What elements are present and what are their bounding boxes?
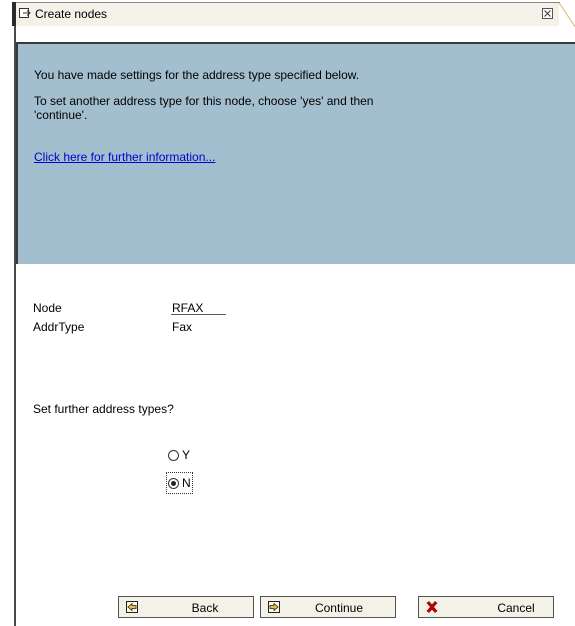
- field-divider: [171, 314, 226, 315]
- continue-button[interactable]: Continue: [260, 596, 396, 618]
- window-title-tab: Create nodes: [12, 2, 575, 27]
- continue-button-label: Continue: [314, 601, 364, 615]
- addrtype-label: AddrType: [33, 320, 85, 334]
- title-accent-strip: [12, 2, 16, 26]
- radio-button-n[interactable]: [168, 477, 179, 489]
- close-button[interactable]: [542, 8, 553, 19]
- info-text-line-2: To set another address type for this nod…: [34, 94, 374, 108]
- back-button-label: Back: [191, 601, 219, 615]
- radio-button-y[interactable]: [168, 449, 179, 461]
- node-value: RFAX: [172, 301, 204, 315]
- info-text-line-1: You have made settings for the address t…: [34, 68, 360, 82]
- title-bar: Create nodes: [0, 0, 575, 27]
- radio-option-y[interactable]: Y: [168, 446, 190, 464]
- info-panel: You have made settings for the address t…: [16, 42, 575, 264]
- radio-label-n: N: [182, 476, 191, 490]
- radio-option-n[interactable]: N: [166, 472, 193, 494]
- window-title: Create nodes: [35, 7, 108, 21]
- addrtype-value: Fax: [172, 320, 193, 334]
- dialog-window-icon: [19, 8, 31, 18]
- node-label: Node: [33, 301, 62, 315]
- back-button[interactable]: Back: [118, 596, 254, 618]
- close-icon: [544, 10, 551, 17]
- further-address-types-question: Set further address types?: [33, 402, 174, 416]
- cancel-button-label: Cancel: [497, 601, 535, 615]
- cancel-button[interactable]: Cancel: [418, 596, 554, 618]
- radio-label-y: Y: [182, 448, 191, 462]
- further-information-link[interactable]: Click here for further information...: [34, 150, 215, 164]
- info-text-line-3: 'continue'.: [34, 108, 88, 122]
